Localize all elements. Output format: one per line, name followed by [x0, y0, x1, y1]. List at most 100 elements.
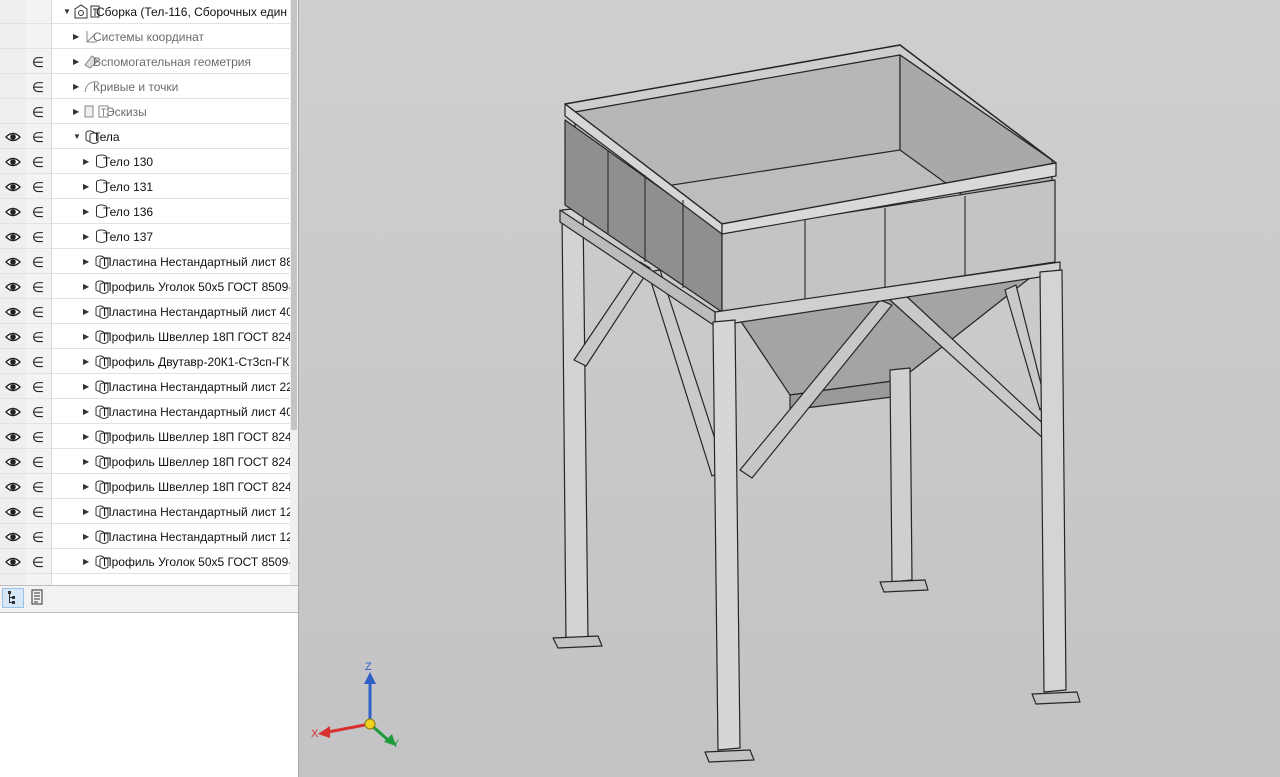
expand-arrow-right-icon[interactable]: ▶ — [73, 31, 81, 43]
leg-front-left — [712, 319, 741, 751]
expand-arrow-right-icon[interactable]: ▶ — [83, 506, 91, 518]
3d-viewport[interactable] — [299, 0, 1280, 777]
tree-row-label: Пластина Нестандартный лист 120 — [103, 505, 298, 519]
include-in-calc-icon[interactable]: ∈ — [31, 128, 45, 146]
include-in-calc-icon[interactable]: ∈ — [31, 378, 45, 396]
tree-row[interactable]: ∈ ▶ Профиль Уголок 50х5 ГОСТ 8509-9 — [0, 275, 298, 299]
tree-row[interactable]: ∈ ▶ Тело 137 — [0, 225, 290, 249]
expand-arrow-right-icon[interactable]: ▶ — [83, 231, 91, 243]
tree-row[interactable]: ∈ ▶ Пластина Нестандартный лист 120 — [0, 525, 298, 549]
include-in-calc-icon[interactable]: ∈ — [31, 328, 45, 346]
include-in-calc-icon[interactable]: ∈ — [31, 478, 45, 496]
tree-row[interactable]: ∈ ▶ Профиль Швеллер 18П ГОСТ 8240- — [0, 475, 298, 499]
expand-arrow-right-icon[interactable]: ▶ — [83, 306, 91, 318]
visibility-eye-icon[interactable] — [5, 530, 21, 544]
assembly-icon — [73, 3, 100, 20]
tree-row[interactable]: ∈ ▶ Профиль Уголок 50х5 ГОСТ 8509-9 — [0, 550, 298, 574]
expand-arrow-down-icon[interactable]: ▼ — [73, 131, 81, 143]
visibility-eye-icon[interactable] — [5, 205, 21, 219]
include-in-calc-icon[interactable]: ∈ — [31, 503, 45, 521]
visibility-eye-icon[interactable] — [5, 330, 21, 344]
visibility-eye-icon[interactable] — [5, 255, 21, 269]
tree-row[interactable]: ∈ ▶ Тело 131 — [0, 175, 290, 199]
expand-arrow-right-icon[interactable]: ▶ — [73, 56, 81, 68]
visibility-eye-icon[interactable] — [5, 505, 21, 519]
visibility-eye-icon[interactable] — [5, 355, 21, 369]
tree-row[interactable]: ∈ ▼ Тела — [0, 125, 290, 149]
include-in-calc-icon[interactable]: ∈ — [31, 403, 45, 421]
include-in-calc-icon[interactable]: ∈ — [31, 178, 45, 196]
visibility-eye-icon[interactable] — [5, 130, 21, 144]
axis-y-label: Y — [392, 738, 400, 750]
expand-arrow-right-icon[interactable]: ▶ — [83, 431, 91, 443]
tree-row[interactable]: ▼ Сборка (Тел-116, Сборочных един — [0, 0, 290, 24]
include-in-calc-icon[interactable]: ∈ — [31, 428, 45, 446]
tree-row-label: Тело 137 — [103, 230, 154, 244]
visibility-eye-icon[interactable] — [5, 480, 21, 494]
include-in-calc-icon[interactable]: ∈ — [31, 153, 45, 171]
tree-row[interactable]: ∈ ▶ Кривые и точки — [0, 75, 290, 99]
visibility-eye-icon[interactable] — [5, 180, 21, 194]
hopper-3d-model[interactable] — [299, 0, 1280, 777]
visibility-eye-icon[interactable] — [5, 305, 21, 319]
include-in-calc-icon[interactable]: ∈ — [31, 253, 45, 271]
expand-arrow-right-icon[interactable]: ▶ — [83, 281, 91, 293]
tree-row[interactable]: ∈ ▶ Тело 136 — [0, 200, 290, 224]
include-in-calc-icon[interactable]: ∈ — [31, 78, 45, 96]
expand-arrow-right-icon[interactable]: ▶ — [83, 481, 91, 493]
include-in-calc-icon[interactable]: ∈ — [31, 553, 45, 571]
expand-arrow-right-icon[interactable]: ▶ — [83, 331, 91, 343]
expand-arrow-right-icon[interactable]: ▶ — [83, 181, 91, 193]
expand-arrow-right-icon[interactable]: ▶ — [83, 531, 91, 543]
expand-arrow-down-icon[interactable]: ▼ — [63, 6, 71, 18]
tree-row-label: Тело 131 — [103, 180, 154, 194]
include-in-calc-icon[interactable]: ∈ — [31, 528, 45, 546]
expand-arrow-right-icon[interactable]: ▶ — [83, 556, 91, 568]
tree-row[interactable]: ∈ ▶ Профиль Двутавр-20К1-Ст3сп-ГК П — [0, 350, 298, 374]
visibility-eye-icon[interactable] — [5, 380, 21, 394]
visibility-eye-icon[interactable] — [5, 555, 21, 569]
expand-arrow-right-icon[interactable]: ▶ — [83, 381, 91, 393]
include-in-calc-icon[interactable]: ∈ — [31, 453, 45, 471]
expand-arrow-right-icon[interactable]: ▶ — [83, 356, 91, 368]
include-in-calc-icon[interactable]: ∈ — [31, 203, 45, 221]
include-in-calc-icon[interactable]: ∈ — [31, 103, 45, 121]
visibility-eye-icon[interactable] — [5, 155, 21, 169]
tree-row[interactable]: ∈ ▶ Тело 130 — [0, 150, 290, 174]
include-in-calc-icon[interactable]: ∈ — [31, 53, 45, 71]
visibility-eye-icon[interactable] — [5, 280, 21, 294]
list-view-tab[interactable] — [27, 588, 49, 608]
tree-structure-icon — [8, 591, 15, 604]
expand-arrow-right-icon[interactable]: ▶ — [83, 256, 91, 268]
expand-arrow-right-icon[interactable]: ▶ — [83, 206, 91, 218]
include-in-calc-icon[interactable]: ∈ — [31, 228, 45, 246]
expand-arrow-right-icon[interactable]: ▶ — [83, 456, 91, 468]
tree-row[interactable]: ∈ ▶ Вспомогательная геометрия — [0, 50, 290, 74]
include-in-calc-icon[interactable]: ∈ — [31, 303, 45, 321]
tree-view-tab[interactable] — [2, 588, 24, 608]
expand-arrow-right-icon[interactable]: ▶ — [83, 406, 91, 418]
tree-scrollbar-thumb[interactable] — [291, 0, 297, 430]
visibility-eye-icon[interactable] — [5, 405, 21, 419]
tree-row[interactable]: ∈ ▶ Эскизы — [0, 100, 290, 124]
tree-row-label: Профиль Швеллер 18П ГОСТ 8240 — [103, 330, 298, 344]
expand-arrow-right-icon[interactable]: ▶ — [73, 106, 81, 118]
tree-row[interactable]: ∈ ▶ Пластина Нестандартный лист 220 — [0, 375, 298, 399]
tree-row[interactable]: ▶ Системы координат — [0, 25, 290, 49]
expand-arrow-right-icon[interactable]: ▶ — [83, 156, 91, 168]
tree-row-label: Эскизы — [106, 105, 147, 119]
visibility-eye-icon[interactable] — [5, 455, 21, 469]
tree-row[interactable]: ∈ ▶ Пластина Нестандартный лист 40( — [0, 400, 297, 424]
tree-row[interactable]: ∈ ▶ Профиль Швеллер 18П ГОСТ 8240 — [0, 325, 298, 349]
include-in-calc-icon[interactable]: ∈ — [31, 353, 45, 371]
tree-row-label: Профиль Уголок 50х5 ГОСТ 8509-9 — [103, 280, 298, 294]
visibility-eye-icon[interactable] — [5, 430, 21, 444]
visibility-eye-icon[interactable] — [5, 230, 21, 244]
tree-row[interactable]: ∈ ▶ Пластина Нестандартный лист 88 ( — [0, 250, 298, 274]
tree-row[interactable]: ∈ ▶ Профиль Швеллер 18П ГОСТ 8240- — [0, 425, 298, 449]
tree-row[interactable]: ∈ ▶ Пластина Нестандартный лист 40( — [0, 300, 297, 324]
tree-row[interactable]: ∈ ▶ Профиль Швеллер 18П ГОСТ 8240 — [0, 450, 298, 474]
tree-row[interactable]: ∈ ▶ Пластина Нестандартный лист 120 — [0, 500, 298, 524]
expand-arrow-right-icon[interactable]: ▶ — [73, 81, 81, 93]
include-in-calc-icon[interactable]: ∈ — [31, 278, 45, 296]
